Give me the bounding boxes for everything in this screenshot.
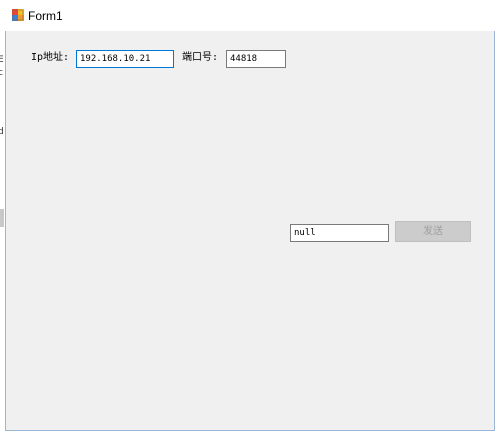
form1-window: Form1 E c d Ip地址: 192.168.10.21 端口号: 448… [0, 0, 500, 435]
edge-char: E [0, 55, 4, 65]
title-bar[interactable]: Form1 [0, 0, 500, 31]
send-button[interactable]: 发送 [395, 221, 471, 242]
edge-strip [0, 209, 4, 227]
port-input[interactable]: 44818 [226, 50, 286, 68]
app-icon [12, 9, 24, 21]
ip-address-input[interactable]: 192.168.10.21 [76, 50, 174, 68]
window-title: Form1 [28, 9, 63, 23]
edge-char: c [0, 68, 3, 78]
edge-char: d [0, 127, 4, 137]
port-label: 端口号: [182, 52, 219, 63]
message-input[interactable]: null [290, 224, 389, 242]
ip-address-label: Ip地址: [31, 52, 70, 63]
